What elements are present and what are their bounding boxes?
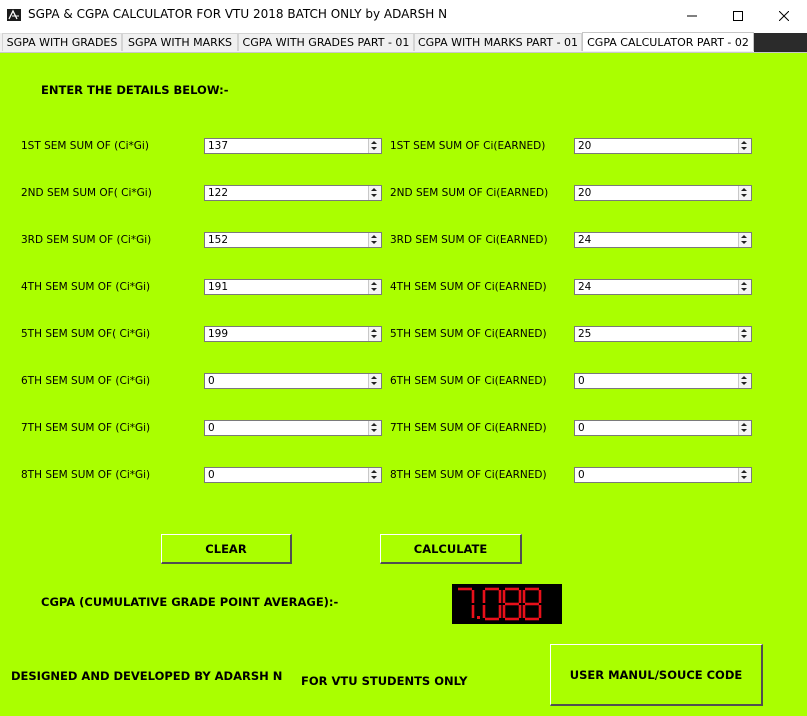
sem1-sum-ci-earned-label: 1ST SEM SUM OF Ci(EARNED) [390, 140, 546, 152]
sem3-sum-cigi-value: 152 [208, 234, 229, 246]
maximize-icon [733, 10, 743, 21]
calculate-button[interactable]: CALCULATE [380, 534, 522, 564]
cgpa-lcd-display [452, 584, 562, 624]
sem2-sum-cigi-input[interactable]: 122 [204, 185, 382, 201]
lcd-digit [458, 587, 475, 618]
sem6-sum-ci-earned-label: 6TH SEM SUM OF Ci(EARNED) [390, 375, 547, 387]
sem7-sum-cigi-value: 0 [208, 422, 215, 434]
sem4-sum-ci-earned-label: 4TH SEM SUM OF Ci(EARNED) [390, 281, 547, 293]
spin-arrows-icon[interactable] [368, 233, 381, 247]
sem2-sum-ci-earned-value: 20 [578, 187, 592, 199]
lcd-decimal-point [477, 616, 480, 619]
sem5-sum-cigi-input[interactable]: 199 [204, 326, 382, 342]
window-title: SGPA & CGPA CALCULATOR FOR VTU 2018 BATC… [28, 7, 448, 21]
sem4-sum-ci-earned-value: 24 [578, 281, 592, 293]
clear-button[interactable]: CLEAR [161, 534, 292, 564]
tab-sgpa-with-marks[interactable]: SGPA WITH MARKS [122, 33, 238, 51]
sem5-sum-ci-earned-label: 5TH SEM SUM OF Ci(EARNED) [390, 328, 547, 340]
spin-arrows-icon[interactable] [368, 374, 381, 388]
maximize-button[interactable] [715, 0, 761, 31]
spin-arrows-icon[interactable] [368, 186, 381, 200]
sem2-sum-cigi-value: 122 [208, 187, 229, 199]
sem4-sum-cigi-value: 191 [208, 281, 229, 293]
minimize-button[interactable] [669, 0, 715, 31]
sem2-sum-ci-earned-input[interactable]: 20 [574, 185, 752, 201]
spin-arrows-icon[interactable] [738, 468, 751, 482]
sem8-sum-ci-earned-value: 0 [578, 469, 585, 481]
sem1-sum-cigi-input[interactable]: 137 [204, 138, 382, 154]
app-logo-icon [7, 9, 21, 21]
sem3-sum-cigi-label: 3RD SEM SUM OF (Ci*Gi) [21, 234, 152, 246]
spin-arrows-icon[interactable] [368, 139, 381, 153]
tab-cgpa-with-grades-part-01[interactable]: CGPA WITH GRADES PART - 01 [238, 33, 414, 51]
cgpa-lcd-digits [458, 587, 542, 621]
minimize-icon [687, 15, 697, 16]
sem1-sum-cigi-label: 1ST SEM SUM OF (Ci*Gi) [21, 140, 149, 152]
sem3-sum-cigi-input[interactable]: 152 [204, 232, 382, 248]
sem3-sum-ci-earned-input[interactable]: 24 [574, 232, 752, 248]
sem1-sum-ci-earned-value: 20 [578, 140, 592, 152]
details-heading: ENTER THE DETAILS BELOW:- [41, 83, 229, 97]
lcd-digit [522, 587, 542, 621]
sem8-sum-cigi-label: 8TH SEM SUM OF (Ci*Gi) [21, 469, 151, 481]
spin-arrows-icon[interactable] [368, 421, 381, 435]
sem3-sum-ci-earned-label: 3RD SEM SUM OF Ci(EARNED) [390, 234, 548, 246]
spin-arrows-icon[interactable] [738, 233, 751, 247]
close-icon [779, 10, 789, 21]
spin-arrows-icon[interactable] [738, 327, 751, 341]
sem7-sum-ci-earned-input[interactable]: 0 [574, 420, 752, 436]
lcd-digit [482, 587, 502, 621]
sem6-sum-ci-earned-input[interactable]: 0 [574, 373, 752, 389]
tab-cgpa-with-marks-part-01[interactable]: CGPA WITH MARKS PART - 01 [414, 33, 582, 51]
sem8-sum-cigi-input[interactable]: 0 [204, 467, 382, 483]
tab-strip: SGPA WITH GRADES SGPA WITH MARKS CGPA WI… [0, 32, 807, 52]
sem5-sum-ci-earned-value: 25 [578, 328, 592, 340]
sem8-sum-ci-earned-input[interactable]: 0 [574, 467, 752, 483]
sem4-sum-cigi-input[interactable]: 191 [204, 279, 382, 295]
sem7-sum-cigi-label: 7TH SEM SUM OF (Ci*Gi) [21, 422, 151, 434]
designed-by-text: DESIGNED AND DEVELOPED BY ADARSH N [11, 669, 283, 683]
sem2-sum-ci-earned-label: 2ND SEM SUM OF Ci(EARNED) [390, 187, 549, 199]
user-manual-source-code-button[interactable]: USER MANUL/SOUCE CODE [550, 644, 763, 706]
spin-arrows-icon[interactable] [738, 280, 751, 294]
sem6-sum-cigi-label: 6TH SEM SUM OF (Ci*Gi) [21, 375, 151, 387]
sem3-sum-ci-earned-value: 24 [578, 234, 592, 246]
sem5-sum-cigi-label: 5TH SEM SUM OF( Ci*Gi) [21, 328, 151, 340]
sem5-sum-cigi-value: 199 [208, 328, 229, 340]
sem5-sum-ci-earned-input[interactable]: 25 [574, 326, 752, 342]
sem1-sum-cigi-value: 137 [208, 140, 229, 152]
spin-arrows-icon[interactable] [738, 186, 751, 200]
cgpa-calculator-panel: ENTER THE DETAILS BELOW:- 1ST SEM SUM OF… [0, 52, 807, 716]
tab-sgpa-with-grades[interactable]: SGPA WITH GRADES [2, 33, 122, 51]
spin-arrows-icon[interactable] [368, 327, 381, 341]
sem8-sum-ci-earned-label: 8TH SEM SUM OF Ci(EARNED) [390, 469, 547, 481]
spin-arrows-icon[interactable] [368, 280, 381, 294]
tab-cgpa-calculator-part-02[interactable]: CGPA CALCULATOR PART - 02 [582, 32, 754, 51]
sem6-sum-cigi-value: 0 [208, 375, 215, 387]
spin-arrows-icon[interactable] [368, 468, 381, 482]
sem1-sum-ci-earned-input[interactable]: 20 [574, 138, 752, 154]
sem7-sum-ci-earned-label: 7TH SEM SUM OF Ci(EARNED) [390, 422, 547, 434]
lcd-digit [502, 587, 522, 621]
spin-arrows-icon[interactable] [738, 421, 751, 435]
sem2-sum-cigi-label: 2ND SEM SUM OF( Ci*Gi) [21, 187, 152, 199]
sem4-sum-ci-earned-input[interactable]: 24 [574, 279, 752, 295]
sem7-sum-ci-earned-value: 0 [578, 422, 585, 434]
for-students-text: FOR VTU STUDENTS ONLY [301, 674, 468, 688]
sem6-sum-ci-earned-value: 0 [578, 375, 585, 387]
tab-strip-filler [754, 33, 807, 52]
spin-arrows-icon[interactable] [738, 139, 751, 153]
sem6-sum-cigi-input[interactable]: 0 [204, 373, 382, 389]
cgpa-label: CGPA (CUMULATIVE GRADE POINT AVERAGE):- [41, 595, 339, 609]
spin-arrows-icon[interactable] [738, 374, 751, 388]
title-bar: SGPA & CGPA CALCULATOR FOR VTU 2018 BATC… [0, 0, 807, 31]
sem4-sum-cigi-label: 4TH SEM SUM OF (Ci*Gi) [21, 281, 151, 293]
close-button[interactable] [761, 0, 807, 31]
sem8-sum-cigi-value: 0 [208, 469, 215, 481]
sem7-sum-cigi-input[interactable]: 0 [204, 420, 382, 436]
